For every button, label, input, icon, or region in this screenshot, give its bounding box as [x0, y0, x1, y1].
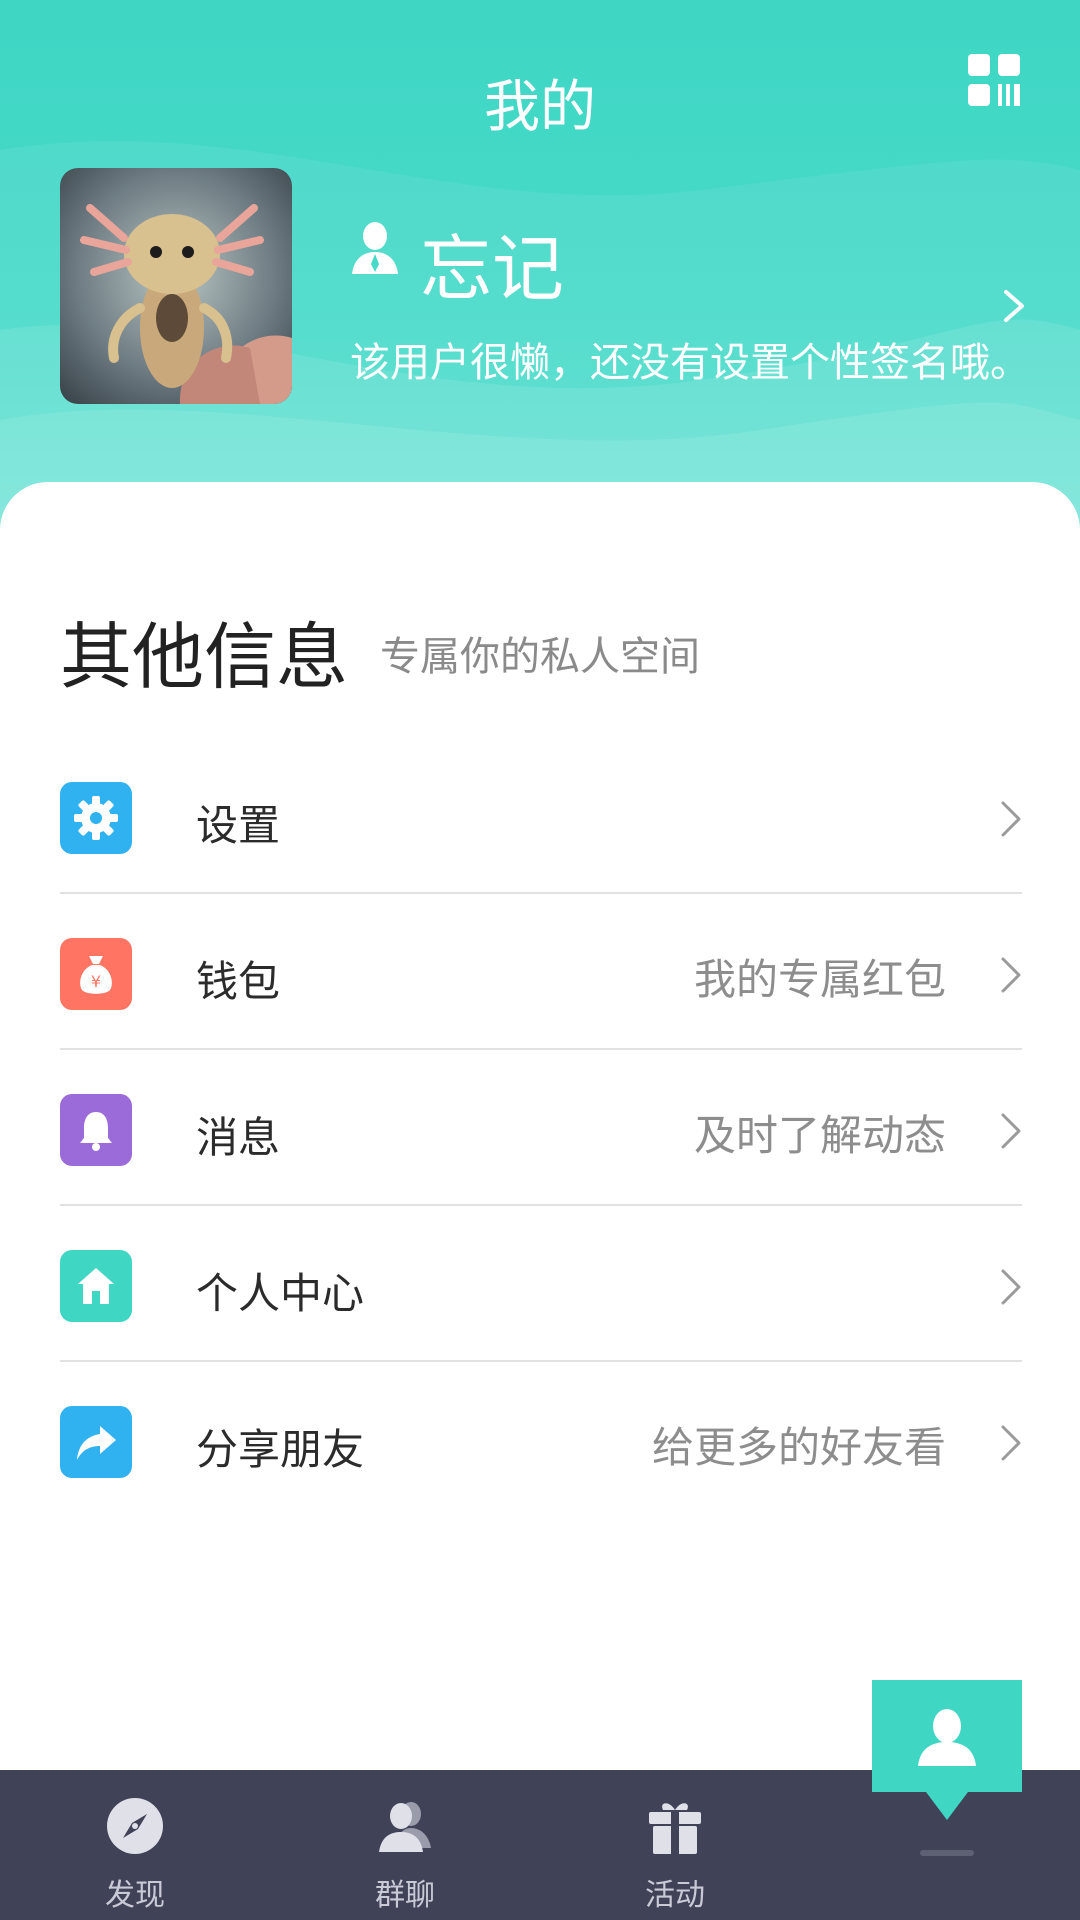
tab-label: 群聊 — [375, 1878, 435, 1913]
tab-me[interactable] — [872, 1680, 1022, 1830]
menu-item-hint: 及时了解动态 — [693, 1111, 946, 1160]
menu-item-hint: 我的专属红包 — [693, 955, 946, 1004]
qr-code-button[interactable] — [966, 52, 1022, 108]
tab-discover[interactable]: 发现 — [0, 1770, 270, 1920]
menu-item-personal-center[interactable]: 个人中心 — [60, 1206, 1022, 1362]
chevron-right-icon — [1001, 1113, 1021, 1149]
share-icon — [60, 1406, 132, 1478]
user-profile-icon — [352, 222, 398, 274]
compass-icon — [107, 1798, 163, 1854]
avatar[interactable] — [60, 168, 292, 404]
qr-code-icon — [968, 54, 1020, 106]
tab-label: 活动 — [645, 1878, 705, 1913]
section-title: 其他信息 — [60, 615, 349, 699]
svg-text:¥: ¥ — [91, 972, 101, 991]
money-bag-icon: ¥ — [60, 938, 132, 1010]
avatar-axolotl-image — [60, 168, 292, 404]
user-signature: 该用户很懒，还没有设置个性签名哦。 — [350, 340, 1030, 386]
menu-item-settings[interactable]: 设置 — [60, 738, 1022, 894]
menu-item-label: 设置 — [196, 801, 281, 850]
tab-label: 发现 — [105, 1878, 165, 1913]
menu-item-share-friends[interactable]: 分享朋友 给更多的好友看 — [60, 1362, 1022, 1518]
menu-item-hint: 给更多的好友看 — [651, 1423, 946, 1472]
tab-group-chat[interactable]: 群聊 — [270, 1770, 540, 1920]
menu-item-messages[interactable]: 消息 及时了解动态 — [60, 1050, 1022, 1206]
gear-icon — [60, 782, 132, 854]
menu-item-label: 分享朋友 — [196, 1425, 365, 1474]
bell-icon — [60, 1094, 132, 1166]
active-tab-indicator — [920, 1850, 974, 1856]
chevron-right-icon — [1001, 1425, 1021, 1461]
menu-item-label: 消息 — [196, 1113, 281, 1162]
menu-item-label: 个人中心 — [196, 1269, 365, 1318]
chevron-right-icon — [1001, 801, 1021, 837]
chevron-right-icon — [1001, 957, 1021, 993]
tab-activity[interactable]: 活动 — [540, 1770, 810, 1920]
user-name: 忘记 — [420, 227, 565, 311]
info-card: 其他信息 专属你的私人空间 设置 ¥ 钱包 我的专属红包 消息 及时了解动态 个… — [0, 482, 1080, 1772]
chevron-right-icon[interactable] — [1000, 288, 1028, 324]
section-subtitle: 专属你的私人空间 — [380, 634, 700, 680]
people-icon — [379, 1802, 431, 1852]
gift-icon — [649, 1803, 701, 1854]
home-icon — [60, 1250, 132, 1322]
profile-header: 我的 忘记 该用户很懒，还没有设置个性签名哦。 — [0, 0, 1080, 540]
menu-item-wallet[interactable]: ¥ 钱包 我的专属红包 — [60, 894, 1022, 1050]
menu-item-label: 钱包 — [196, 957, 281, 1006]
page-title: 我的 — [484, 75, 596, 140]
chevron-right-icon — [1001, 1269, 1021, 1305]
